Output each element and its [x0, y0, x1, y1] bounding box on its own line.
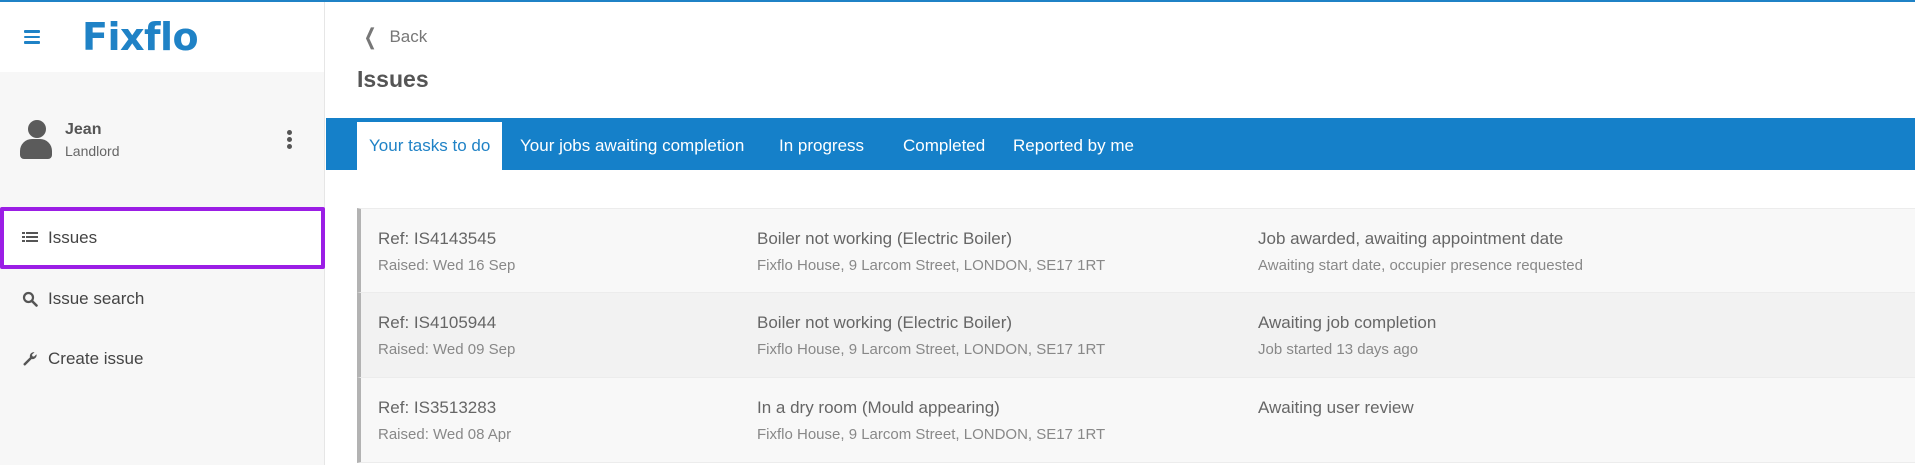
issue-ref: Ref: IS3513283 [378, 398, 497, 417]
tab-bar: Your tasks to do Your jobs awaiting comp… [326, 118, 1915, 170]
sidebar-item-issue-search[interactable]: Issue search [0, 269, 324, 329]
issue-status: Job awarded, awaiting appointment date [1258, 229, 1564, 248]
tab-your-tasks-to-do[interactable]: Your tasks to do [357, 122, 503, 170]
back-link[interactable]: ❮ Back [361, 24, 427, 50]
issue-status: Awaiting user review [1258, 398, 1414, 417]
issue-list: Ref: IS4143545 Raised: Wed 16 Sep Boiler… [357, 208, 1915, 463]
user-panel: Jean Landlord [0, 72, 324, 207]
issue-ref: Ref: IS4143545 [378, 229, 497, 248]
issue-substatus: Job started 13 days ago [1258, 341, 1419, 358]
issue-address: Fixflo House, 9 Larcom Street, LONDON, S… [757, 426, 1106, 443]
page-title: Issues [357, 66, 429, 92]
tab-in-progress[interactable]: In progress [767, 122, 876, 170]
tab-reported-by-me[interactable]: Reported by me [1001, 122, 1146, 170]
chevron-left-icon: ❮ [363, 24, 377, 49]
sidebar-item-issues[interactable]: Issues [0, 207, 325, 269]
sidebar-item-label: Issues [48, 228, 98, 247]
search-icon [22, 291, 38, 307]
hamburger-menu-icon[interactable] [24, 30, 42, 44]
list-icon [22, 230, 38, 246]
issue-substatus: Awaiting start date, occupier presence r… [1258, 257, 1583, 274]
wrench-icon [22, 351, 38, 367]
issue-raised-date: Raised: Wed 09 Sep [378, 341, 516, 358]
issue-row[interactable]: Ref: IS4143545 Raised: Wed 16 Sep Boiler… [357, 208, 1915, 293]
more-options-icon[interactable] [286, 130, 294, 150]
tab-your-jobs-awaiting-completion[interactable]: Your jobs awaiting completion [508, 122, 756, 170]
user-role: Landlord [65, 142, 120, 159]
issue-title: Boiler not working (Electric Boiler) [757, 229, 1013, 248]
issue-row[interactable]: Ref: IS4105944 Raised: Wed 09 Sep Boiler… [357, 293, 1915, 378]
sidebar: Fixflo Jean Landlord Issues Issue search… [0, 2, 325, 465]
issue-row[interactable]: Ref: IS3513283 Raised: Wed 08 Apr In a d… [357, 378, 1915, 463]
brand-logo[interactable]: Fixflo [82, 15, 199, 59]
issue-raised-date: Raised: Wed 08 Apr [378, 426, 512, 443]
issue-title: Boiler not working (Electric Boiler) [757, 313, 1013, 332]
sidebar-item-create-issue[interactable]: Create issue [0, 329, 324, 389]
brand-bar: Fixflo [0, 2, 324, 72]
main-content: ❮ Back Issues Your tasks to do Your jobs… [326, 2, 1915, 465]
avatar-icon [20, 119, 52, 160]
issue-status: Awaiting job completion [1258, 313, 1437, 332]
back-label: Back [389, 27, 428, 46]
user-name: Jean [65, 120, 102, 138]
issue-address: Fixflo House, 9 Larcom Street, LONDON, S… [757, 257, 1106, 274]
sidebar-item-label: Issue search [48, 289, 145, 308]
issue-ref: Ref: IS4105944 [378, 313, 497, 332]
issue-address: Fixflo House, 9 Larcom Street, LONDON, S… [757, 341, 1106, 358]
issue-raised-date: Raised: Wed 16 Sep [378, 257, 516, 274]
sidebar-item-label: Create issue [48, 349, 144, 368]
tab-completed[interactable]: Completed [891, 122, 997, 170]
issue-title: In a dry room (Mould appearing) [757, 398, 1000, 417]
